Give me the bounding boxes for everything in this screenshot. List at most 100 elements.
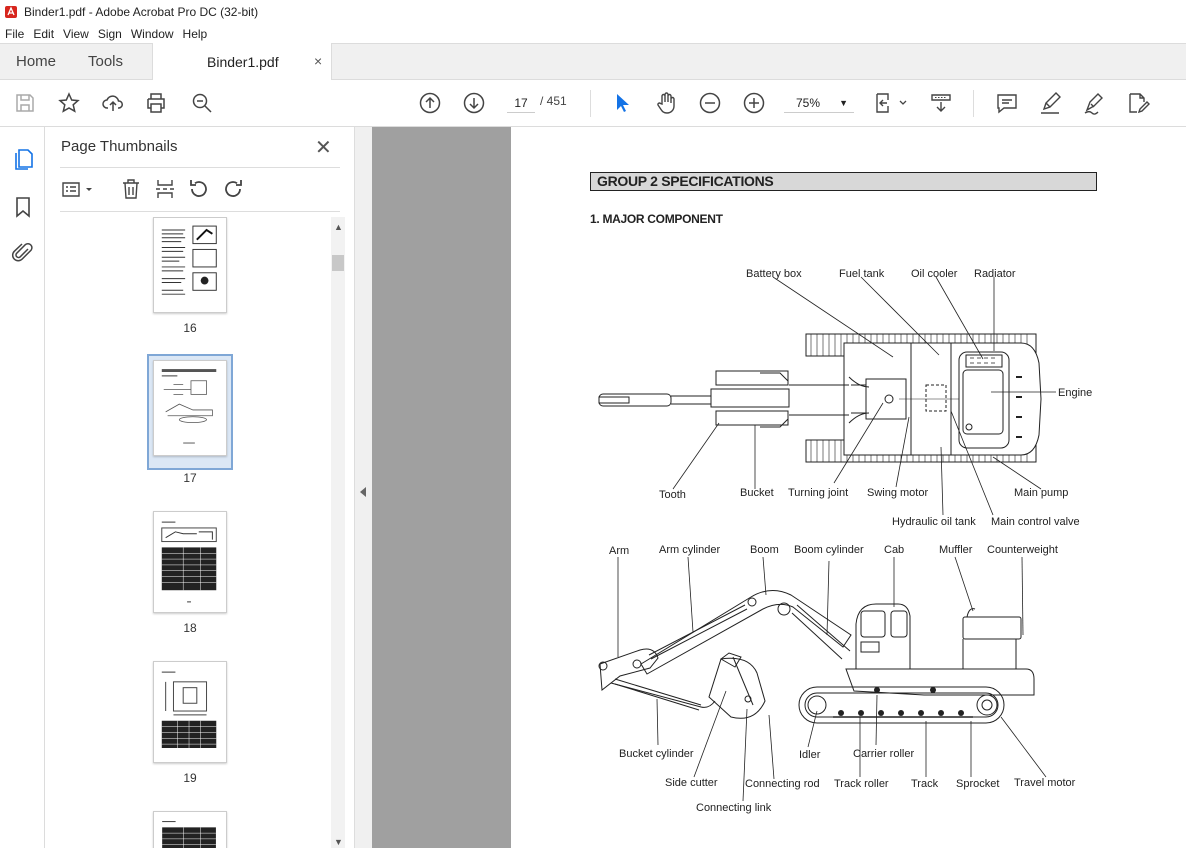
menu-sign[interactable]: Sign	[93, 27, 126, 41]
edit-pdf-icon[interactable]	[1126, 91, 1150, 115]
save-icon[interactable]	[13, 91, 37, 115]
chevron-down-icon: ▼	[839, 98, 848, 108]
label-track: Track	[911, 778, 939, 790]
tab-document-label: Binder1.pdf	[207, 54, 279, 70]
thumbnail-page[interactable]	[153, 511, 227, 613]
title-bar: Binder1.pdf - Adobe Acrobat Pro DC (32-b…	[0, 0, 1186, 24]
tab-bar: Home Tools Binder1.pdf ×	[0, 43, 1186, 80]
fit-page-icon[interactable]	[874, 91, 908, 115]
panel-divider	[60, 167, 340, 168]
pdf-page: GROUP 2 SPECIFICATIONS 1. MAJOR COMPONEN…	[511, 127, 1186, 848]
toolbar-divider	[590, 90, 591, 117]
tab-document[interactable]: Binder1.pdf ×	[152, 43, 332, 80]
highlight-pen-icon[interactable]	[1038, 91, 1062, 115]
print-icon[interactable]	[144, 91, 168, 115]
insert-page-icon[interactable]	[153, 177, 177, 201]
bookmarks-icon[interactable]	[11, 195, 35, 219]
page-thumbnails-panel: Page Thumbnails ✕ 16 17 18 19 ▲ ▼	[45, 127, 354, 848]
label-arm: Arm	[609, 545, 630, 557]
menu-help[interactable]: Help	[178, 27, 212, 41]
close-icon[interactable]: ✕	[315, 135, 332, 160]
label-hydraulic-oil-tank: Hydraulic oil tank	[892, 516, 976, 528]
zoom-out-icon[interactable]	[698, 91, 722, 115]
thumbnail-page[interactable]	[153, 217, 227, 313]
menu-view[interactable]: View	[58, 27, 93, 41]
label-bucket: Bucket	[740, 487, 774, 499]
page-number-input[interactable]: 17	[507, 93, 535, 113]
panel-title: Page Thumbnails	[61, 138, 178, 155]
thumbnail-list: 16 17 18 19	[45, 217, 340, 848]
menu-file[interactable]: File	[0, 27, 28, 41]
total-pages: / 451	[540, 94, 567, 108]
comment-icon[interactable]	[995, 91, 1019, 115]
zoom-level-select[interactable]: 75% ▼	[784, 93, 854, 113]
label-side-cutter: Side cutter	[665, 777, 718, 789]
label-swing-motor: Swing motor	[867, 487, 929, 499]
menu-bar: File Edit View Sign Window Help	[0, 24, 1186, 43]
thumbnail-label: 19	[183, 771, 197, 785]
acrobat-icon	[5, 6, 17, 18]
label-arm-cylinder: Arm cylinder	[659, 544, 721, 556]
label-muffler: Muffler	[939, 544, 973, 556]
attachments-icon[interactable]	[11, 241, 35, 265]
menu-edit[interactable]: Edit	[28, 27, 58, 41]
share-upload-icon[interactable]	[101, 91, 125, 115]
scroll-up-icon[interactable]: ▲	[334, 222, 343, 232]
label-sprocket: Sprocket	[956, 778, 1000, 790]
select-cursor-icon[interactable]	[610, 91, 634, 115]
menu-window[interactable]: Window	[126, 27, 178, 41]
thumbnail-label: 18	[183, 621, 197, 635]
label-carrier-roller: Carrier roller	[853, 748, 915, 760]
tab-tools[interactable]: Tools	[88, 44, 123, 80]
thumbnail-options-icon[interactable]	[60, 177, 96, 201]
label-boom-cylinder: Boom cylinder	[794, 544, 864, 556]
thumbnail-scrollbar[interactable]: ▲ ▼	[331, 217, 345, 848]
label-cab: Cab	[884, 544, 905, 556]
label-fuel-tank: Fuel tank	[839, 268, 885, 280]
excavator-diagram	[598, 276, 1056, 802]
label-main-control-valve: Main control valve	[991, 516, 1080, 528]
label-connecting-rod: Connecting rod	[745, 778, 820, 790]
label-radiator: Radiator	[974, 268, 1016, 280]
scroll-down-icon[interactable]: ▼	[334, 837, 343, 847]
label-bucket-cylinder: Bucket cylinder	[619, 748, 694, 760]
scroll-mode-icon[interactable]	[929, 91, 953, 115]
thumbnail-label: 16	[183, 321, 197, 335]
toolbar: 17 / 451 75% ▼	[0, 80, 1186, 127]
rotate-left-icon[interactable]	[187, 177, 211, 201]
label-counterweight: Counterweight	[987, 544, 1058, 556]
hand-tool-icon[interactable]	[654, 91, 678, 115]
panel-divider	[60, 211, 340, 212]
tab-home[interactable]: Home	[16, 44, 56, 80]
thumbnail-page[interactable]	[153, 661, 227, 763]
toolbar-divider	[973, 90, 974, 117]
page-thumbnails-icon[interactable]	[11, 147, 35, 171]
label-idler: Idler	[799, 749, 821, 761]
thumbnail-page[interactable]	[153, 811, 227, 848]
zoom-level-value: 75%	[796, 96, 821, 110]
thumbnail-page-selected[interactable]	[153, 360, 227, 456]
document-viewport[interactable]: GROUP 2 SPECIFICATIONS 1. MAJOR COMPONEN…	[372, 127, 1186, 848]
label-engine: Engine	[1058, 387, 1093, 399]
rotate-right-icon[interactable]	[221, 177, 245, 201]
draw-sign-icon[interactable]	[1082, 91, 1106, 115]
zoom-search-icon[interactable]	[190, 91, 214, 115]
close-tab-icon[interactable]: ×	[314, 53, 322, 69]
label-track-roller: Track roller	[834, 778, 889, 790]
scrollbar-thumb[interactable]	[332, 255, 344, 271]
previous-page-icon[interactable]	[418, 91, 442, 115]
label-boom: Boom	[750, 544, 779, 556]
thumbnail-label: 17	[183, 471, 197, 485]
next-page-icon[interactable]	[462, 91, 486, 115]
label-tooth: Tooth	[659, 489, 686, 501]
label-main-pump: Main pump	[1014, 487, 1069, 499]
panel-splitter[interactable]	[354, 127, 372, 848]
bookmark-star-icon[interactable]	[57, 91, 81, 115]
collapse-panel-icon[interactable]	[360, 487, 366, 497]
delete-page-icon[interactable]	[119, 177, 143, 201]
window-title: Binder1.pdf - Adobe Acrobat Pro DC (32-b…	[24, 5, 259, 19]
label-turning-joint: Turning joint	[788, 487, 849, 499]
label-battery-box: Battery box	[746, 268, 802, 280]
zoom-in-icon[interactable]	[742, 91, 766, 115]
label-oil-cooler: Oil cooler	[911, 268, 958, 280]
